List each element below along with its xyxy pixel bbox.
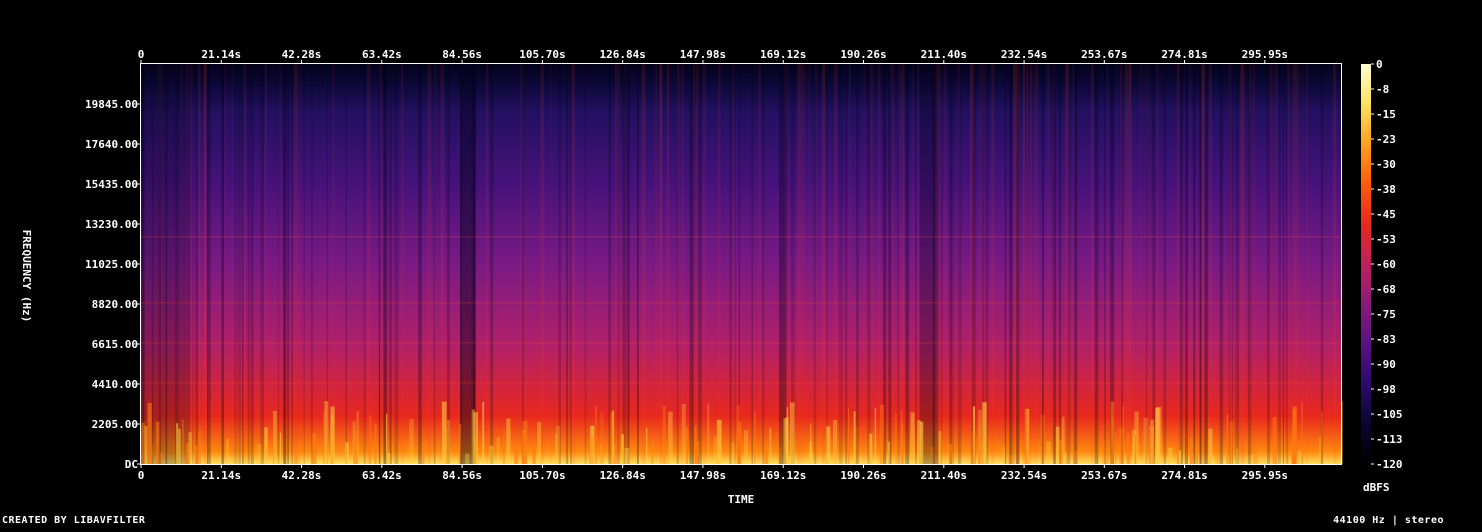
footer-created-by: CREATED BY LIBAVFILTER	[2, 515, 146, 526]
x-tick-label-bottom: 126.84s	[599, 469, 645, 482]
x-tick-label-bottom: 295.95s	[1242, 469, 1288, 482]
colorbar-tick-label: -83	[1376, 333, 1396, 346]
y-tick-label: 11025.00	[85, 258, 138, 271]
x-tick-label-top: 253.67s	[1081, 48, 1127, 61]
colorbar-tick-label: -75	[1376, 308, 1396, 321]
x-tick-label-top: 126.84s	[599, 48, 645, 61]
y-tick-label: 13230.00	[85, 218, 138, 231]
colorbar-tick-label: -60	[1376, 258, 1396, 271]
colorbar	[1361, 64, 1371, 464]
colorbar-tick-label: -53	[1376, 233, 1396, 246]
x-tick-label-top: 84.56s	[442, 48, 482, 61]
y-tick-label: 19845.00	[85, 98, 138, 111]
x-tick-label-bottom: 190.26s	[840, 469, 886, 482]
x-tick-label-top: 147.98s	[680, 48, 726, 61]
y-tick-label: 6615.00	[92, 338, 138, 351]
x-tick-label-bottom: 105.70s	[519, 469, 565, 482]
x-tick-label-bottom: 84.56s	[442, 469, 482, 482]
colorbar-tick-label: -38	[1376, 183, 1396, 196]
spectrogram-figure: 0 0 21.14s 21.14s 42.28s 42.28s 63.42s 63.42s 84…	[0, 0, 1482, 528]
spectrogram-plot-area	[141, 64, 1341, 464]
x-tick-label-bottom: 42.28s	[282, 469, 322, 482]
x-tick-label-top: 211.40s	[921, 48, 967, 61]
colorbar-tick-label: -98	[1376, 383, 1396, 396]
colorbar-tick-label: -45	[1376, 208, 1396, 221]
x-tick-label-bottom: 274.81s	[1161, 469, 1207, 482]
y-tick-label: DC	[125, 458, 138, 471]
x-tick-label-bottom: 147.98s	[680, 469, 726, 482]
colorbar-tick-label: -105	[1376, 408, 1403, 421]
y-tick-label: 4410.00	[92, 378, 138, 391]
x-tick-label-bottom: 169.12s	[760, 469, 806, 482]
y-axis-label: FREQUENCY (Hz)	[20, 230, 33, 323]
x-tick-label-top: 42.28s	[282, 48, 322, 61]
x-tick-label-top: 232.54s	[1001, 48, 1047, 61]
x-tick-label-bottom: 21.14s	[201, 469, 241, 482]
y-tick-label: 8820.00	[92, 298, 138, 311]
spectrogram-chart: 0 0 21.14s 21.14s 42.28s 42.28s 63.42s 63.42s 84…	[20, 48, 1403, 506]
footer-sample-info: 44100 Hz | stereo	[1333, 515, 1444, 526]
x-tick-label-top: 169.12s	[760, 48, 806, 61]
x-tick-label-top: 63.42s	[362, 48, 402, 61]
x-tick-label-bottom: 63.42s	[362, 469, 402, 482]
y-tick-label: 2205.00	[92, 418, 138, 431]
colorbar-tick-label: -30	[1376, 158, 1396, 171]
x-tick-label-top: 274.81s	[1161, 48, 1207, 61]
colorbar-tick-label: -113	[1376, 433, 1403, 446]
colorbar-tick-label: -120	[1376, 458, 1403, 471]
colorbar-tick-label: -90	[1376, 358, 1396, 371]
colorbar-tick-label: -68	[1376, 283, 1396, 296]
y-tick-label: 17640.00	[85, 138, 138, 151]
x-tick-label-bottom: 0	[138, 469, 145, 482]
x-tick-label-top: 21.14s	[201, 48, 241, 61]
x-tick-label-top: 0	[138, 48, 145, 61]
x-axis-label: TIME	[728, 493, 755, 506]
colorbar-tick-label: -23	[1376, 133, 1396, 146]
x-tick-label-top: 295.95s	[1242, 48, 1288, 61]
colorbar-label: dBFS	[1363, 481, 1390, 494]
colorbar-tick-label: -15	[1376, 108, 1396, 121]
x-tick-label-bottom: 232.54s	[1001, 469, 1047, 482]
colorbar-tick-label: -8	[1376, 83, 1389, 96]
y-tick-label: 15435.00	[85, 178, 138, 191]
x-tick-label-top: 190.26s	[840, 48, 886, 61]
colorbar-tick-label: 0	[1376, 58, 1383, 71]
x-tick-label-top: 105.70s	[519, 48, 565, 61]
x-tick-label-bottom: 253.67s	[1081, 469, 1127, 482]
x-tick-label-bottom: 211.40s	[921, 469, 967, 482]
